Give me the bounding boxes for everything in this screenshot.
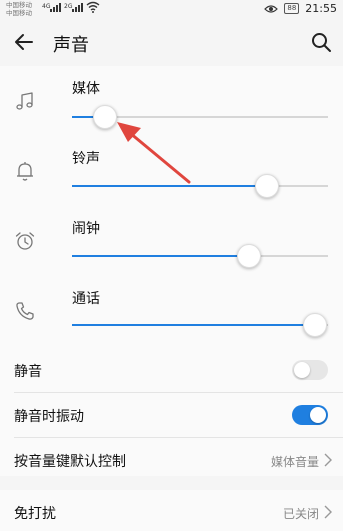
app-bar: 声音 (0, 20, 343, 64)
search-icon[interactable] (309, 30, 333, 54)
do-not-disturb-row[interactable]: 免打扰 已关闭 (0, 490, 343, 531)
music-note-icon (16, 92, 33, 110)
call-volume-slider[interactable] (72, 313, 328, 337)
alarm-volume-slider-thumb[interactable] (236, 244, 261, 268)
volume-key-control-value: 媒体音量 (270, 455, 319, 469)
media-volume-slider-thumb[interactable] (93, 105, 118, 129)
battery-level: 88 (284, 3, 300, 14)
chevron-right-icon (324, 505, 332, 519)
volume-row-ringtone: 铃声 (0, 136, 343, 206)
chevron-right-icon (324, 453, 332, 467)
signal-2-icon (72, 2, 83, 12)
wifi-icon (86, 1, 100, 13)
vibrate-on-mute-row[interactable]: 静音时振动 (0, 393, 343, 437)
mute-toggle[interactable] (292, 360, 328, 380)
do-not-disturb-card: 免打扰 已关闭 (0, 490, 343, 531)
alarm-clock-icon (15, 232, 35, 250)
phone-icon (16, 302, 34, 320)
do-not-disturb-label: 免打扰 (14, 506, 56, 522)
mute-label: 静音 (14, 364, 42, 380)
volume-key-control-row[interactable]: 按音量键默认控制 媒体音量 (0, 438, 343, 482)
volume-row-alarm: 闹钟 (0, 206, 343, 276)
volume-label-alarm: 闹钟 (72, 221, 100, 237)
back-arrow-icon[interactable] (12, 30, 36, 54)
call-volume-slider-thumb[interactable] (303, 313, 328, 337)
alarm-volume-slider[interactable] (72, 244, 328, 268)
volume-row-media: 媒体 (0, 66, 343, 136)
sound-settings-card: 媒体 铃声 闹钟 通话 静音 静音时振动 按音量键默认控制 媒体音量 (0, 66, 343, 476)
vibrate-on-mute-label: 静音时振动 (14, 409, 84, 425)
bell-icon (17, 162, 33, 181)
volume-key-control-label: 按音量键默认控制 (14, 454, 126, 470)
do-not-disturb-value: 已关闭 (282, 507, 319, 521)
carrier-1-label: 中国移动 (6, 1, 32, 9)
mute-row[interactable]: 静音 (0, 348, 343, 392)
signal-1-icon (50, 2, 61, 12)
status-bar: 中国移动 中国移动 4G 2G 88 21:55 (0, 0, 343, 20)
ringtone-volume-slider[interactable] (72, 174, 328, 198)
volume-row-call: 通话 (0, 276, 343, 346)
ringtone-volume-slider-thumb[interactable] (254, 174, 279, 198)
volume-label-ringtone: 铃声 (72, 151, 100, 167)
vibrate-on-mute-toggle[interactable] (292, 405, 328, 425)
volume-label-call: 通话 (72, 291, 100, 307)
page-title: 声音 (53, 35, 89, 56)
volume-label-media: 媒体 (72, 81, 100, 97)
eye-comfort-icon (264, 4, 279, 13)
media-volume-slider[interactable] (72, 105, 328, 129)
carrier-2-label: 中国移动 (6, 9, 32, 17)
clock-time: 21:55 (305, 2, 337, 15)
